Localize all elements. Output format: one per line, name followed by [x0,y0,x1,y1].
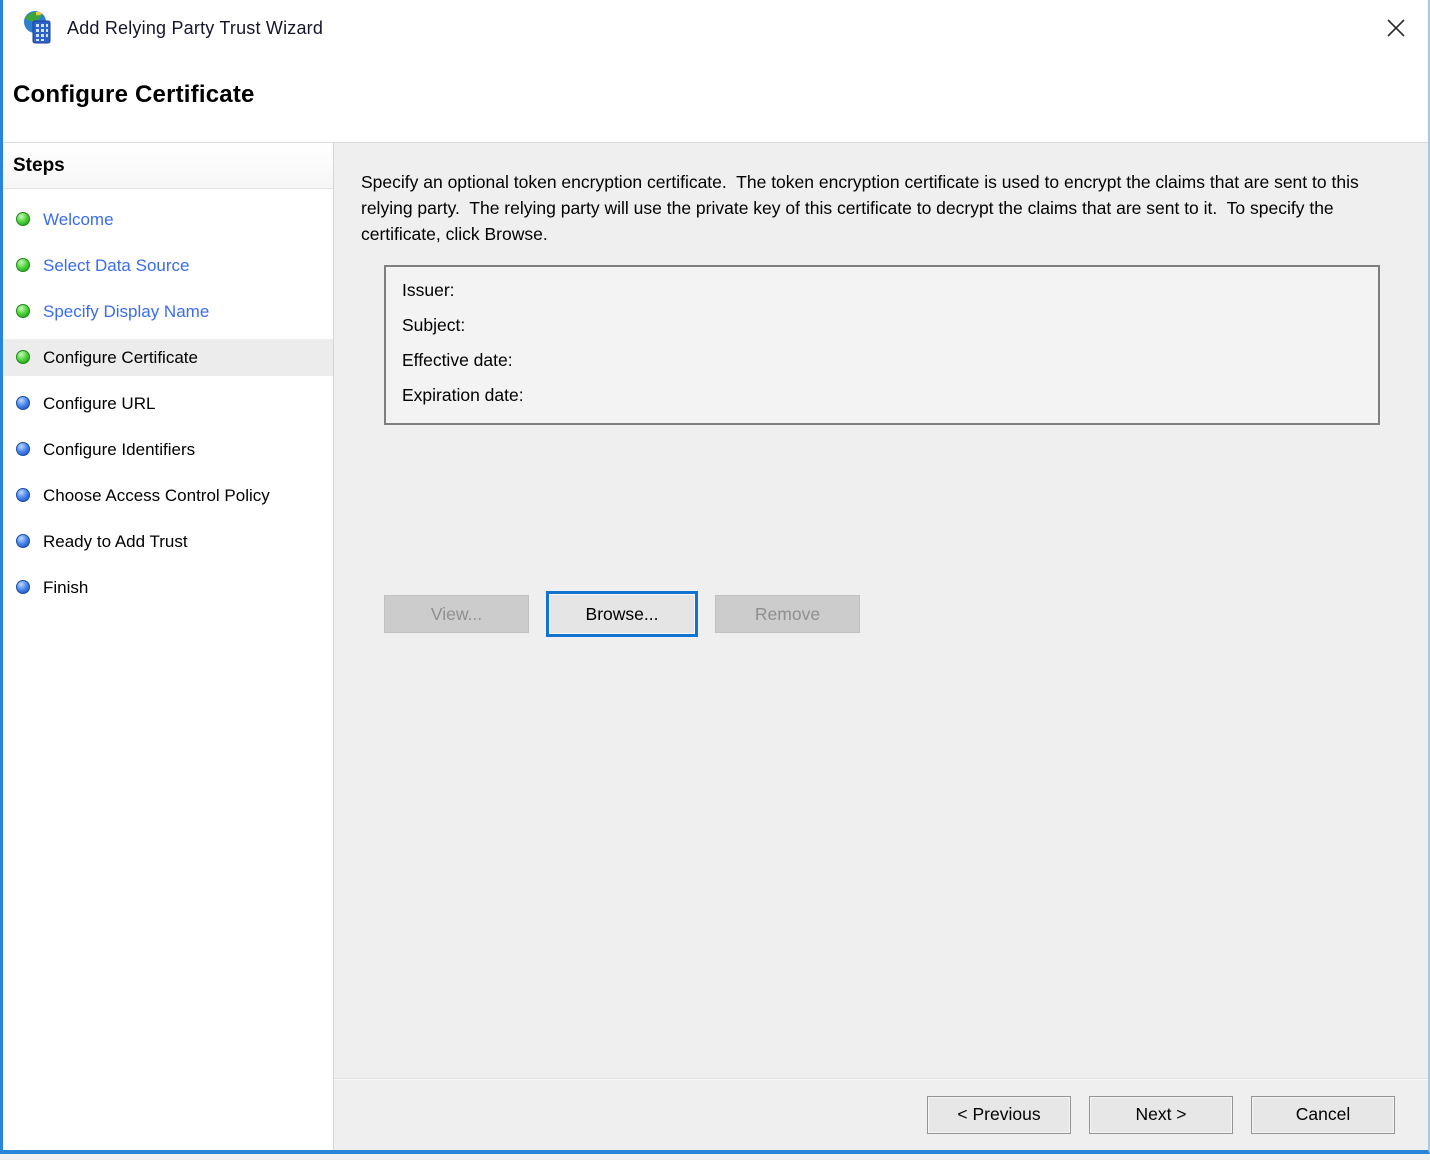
step-item-configure-certificate: Configure Certificate [3,339,333,376]
adfs-wizard-icon [22,10,56,46]
step-done-bullet-icon [16,304,30,318]
next-button[interactable]: Next > [1089,1096,1233,1134]
browse-button[interactable]: Browse... [546,591,698,637]
page-title: Configure Certificate [13,81,1428,109]
step-done-bullet-icon [16,258,30,272]
main-panel: Specify an optional token encryption cer… [334,143,1428,1150]
page-heading-band: Configure Certificate [3,56,1428,142]
step-item-configure-url: Configure URL [3,385,333,422]
step-item-welcome[interactable]: Welcome [3,201,333,238]
expiration-date-label: Expiration date: [402,385,524,405]
step-done-bullet-icon [16,350,30,364]
wizard-dialog: Add Relying Party Trust Wizard Configure… [0,0,1430,1154]
title-bar: Add Relying Party Trust Wizard [3,0,1428,56]
certificate-issuer-row: Issuer: [402,280,1362,301]
step-item-finish: Finish [3,569,333,606]
certificate-effective-date-row: Effective date: [402,350,1362,371]
step-item-select-data-source[interactable]: Select Data Source [3,247,333,284]
certificate-actions: View... Browse... Remove [384,591,860,637]
step-todo-bullet-icon [16,534,30,548]
remove-button[interactable]: Remove [715,595,860,633]
page-description: Specify an optional token encryption cer… [361,169,1407,247]
steps-sidebar: Steps Welcome Select Data Source Specify… [3,143,334,1150]
step-todo-bullet-icon [16,442,30,456]
step-todo-bullet-icon [16,580,30,594]
issuer-label: Issuer: [402,280,455,300]
subject-label: Subject: [402,315,465,335]
steps-list: Welcome Select Data Source Specify Displ… [3,201,333,606]
certificate-subject-row: Subject: [402,315,1362,336]
step-item-choose-access-control-policy: Choose Access Control Policy [3,477,333,514]
step-item-specify-display-name[interactable]: Specify Display Name [3,293,333,330]
wizard-footer: < Previous Next > Cancel [334,1078,1428,1150]
step-item-ready-to-add-trust: Ready to Add Trust [3,523,333,560]
cancel-button[interactable]: Cancel [1251,1096,1395,1134]
step-todo-bullet-icon [16,396,30,410]
close-icon [1384,16,1408,40]
step-todo-bullet-icon [16,488,30,502]
close-button[interactable] [1380,12,1412,44]
steps-heading: Steps [3,143,333,189]
certificate-details-box: Issuer: Subject: Effective date: Expirat… [384,265,1380,425]
step-item-configure-identifiers: Configure Identifiers [3,431,333,468]
desktop-backdrop: Add Relying Party Trust Wizard Configure… [0,0,1430,1160]
previous-button[interactable]: < Previous [927,1096,1071,1134]
certificate-expiration-date-row: Expiration date: [402,385,1362,406]
step-done-bullet-icon [16,212,30,226]
view-button[interactable]: View... [384,595,529,633]
effective-date-label: Effective date: [402,350,513,370]
window-title: Add Relying Party Trust Wizard [67,18,323,39]
content-area: Steps Welcome Select Data Source Specify… [3,142,1428,1150]
